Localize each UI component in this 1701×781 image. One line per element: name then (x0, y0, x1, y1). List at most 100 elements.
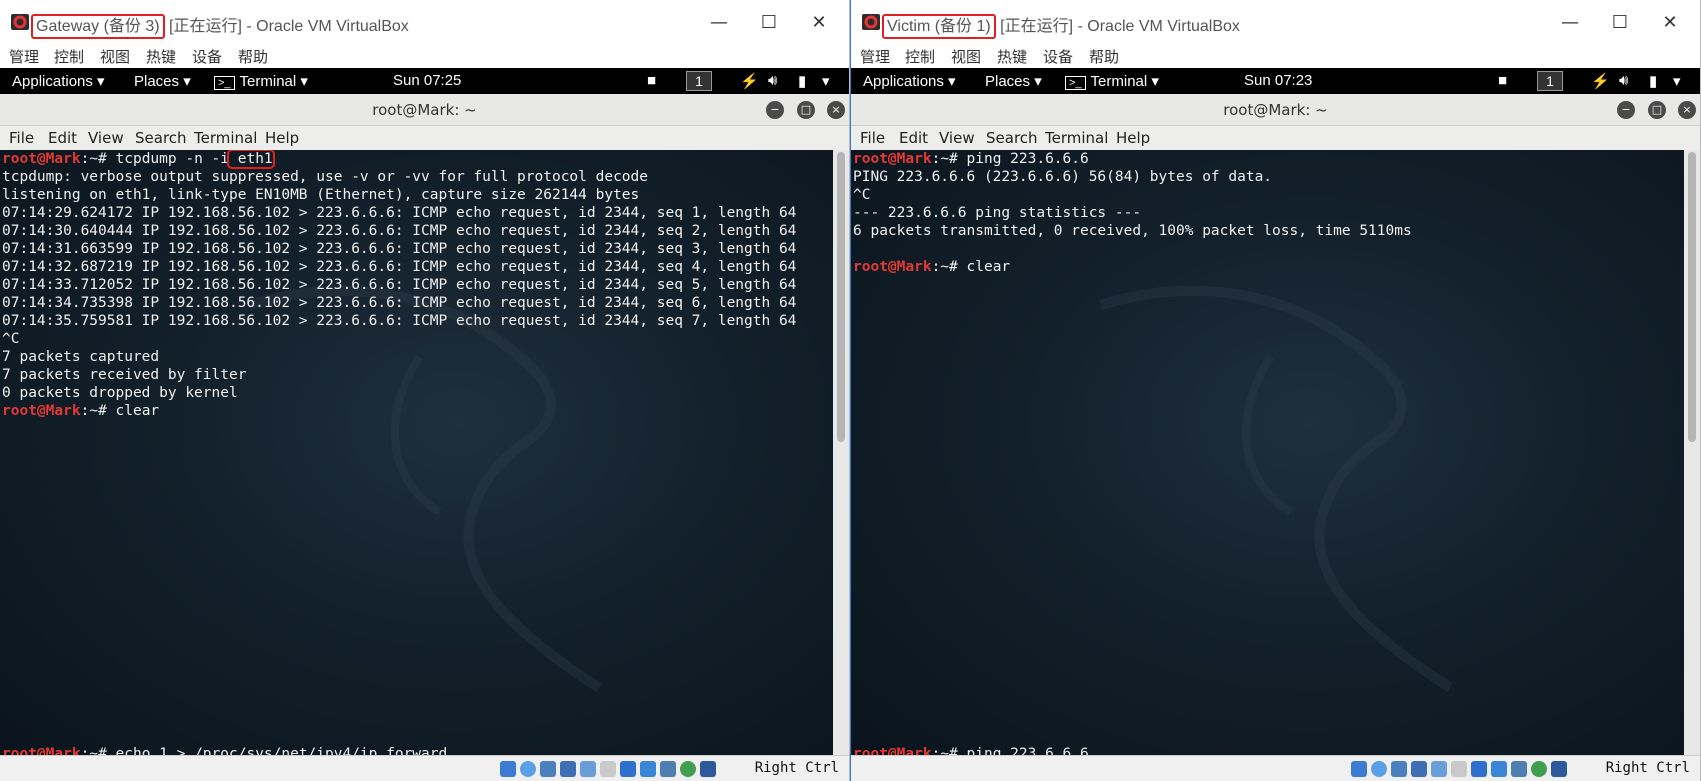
scrollbar-thumb[interactable] (1688, 152, 1696, 442)
system-menu-chevron-icon[interactable]: ▾ (1673, 72, 1681, 90)
terminal-menu-edit[interactable]: Edit (48, 129, 77, 147)
network-adapter-icon[interactable] (560, 761, 576, 777)
minimize-button[interactable]: — (1550, 8, 1590, 36)
applications-menu[interactable]: Applications ▾ (12, 72, 105, 90)
prompt-suffix: :~# (931, 151, 967, 167)
vm-titlebar[interactable]: Gateway (备份 3) [正在运行] - Oracle VM Virtua… (0, 0, 849, 46)
terminal-close-button[interactable]: × (827, 101, 845, 119)
terminal-scrollbar[interactable] (833, 150, 849, 755)
terminal-screen[interactable]: root@Mark:~# ping 223.6.6.6 PING 223.6.6.… (851, 150, 1684, 755)
output-line: listening on eth1, link-type EN10MB (Eth… (2, 187, 640, 203)
output-line: --- 223.6.6.6 ping statistics --- (853, 205, 1142, 221)
optical-drive-icon[interactable] (1371, 761, 1387, 777)
menu-help[interactable]: 帮助 (1089, 46, 1119, 67)
places-menu[interactable]: Places ▾ (134, 72, 191, 90)
cpu-icon[interactable] (660, 761, 676, 777)
shared-folder-icon[interactable] (1451, 761, 1467, 777)
vm-name-highlight: Gateway (备份 3) (31, 14, 165, 39)
terminal-menu-help[interactable]: Help (1116, 129, 1150, 147)
terminal-scrollbar[interactable] (1684, 150, 1700, 755)
applications-menu[interactable]: Applications ▾ (863, 72, 956, 90)
menu-control[interactable]: 控制 (905, 46, 935, 67)
recording-icon[interactable] (640, 761, 656, 777)
mouse-integration-icon[interactable] (1531, 761, 1547, 777)
cpu-icon[interactable] (1511, 761, 1527, 777)
terminal-menu-file[interactable]: File (9, 129, 34, 147)
terminal-menu-view[interactable]: View (939, 129, 975, 147)
minimize-button[interactable]: — (699, 8, 739, 36)
terminal-menu-search[interactable]: Search (986, 129, 1038, 147)
terminal-menu-file[interactable]: File (860, 129, 885, 147)
output-line: 07:14:32.687219 IP 192.168.56.102 > 223.… (2, 259, 797, 275)
keyboard-icon[interactable] (1551, 761, 1567, 777)
usb-icon[interactable] (580, 761, 596, 777)
maximize-button[interactable]: ☐ (749, 8, 789, 36)
network-icon[interactable]: ⚡ (1591, 72, 1610, 90)
usb-icon[interactable] (1431, 761, 1447, 777)
system-menu-chevron-icon[interactable]: ▾ (822, 72, 830, 90)
audio-icon[interactable] (1391, 761, 1407, 777)
battery-icon[interactable]: ▮ (1649, 72, 1657, 90)
terminal-maximize-button[interactable]: □ (797, 101, 815, 119)
terminal-menu-terminal[interactable]: Terminal (1045, 129, 1108, 147)
terminal-app-menu[interactable]: >_ Terminal ▾ (1065, 72, 1159, 90)
window-title-rest: [正在运行] - Oracle VM VirtualBox (169, 18, 409, 35)
menu-manage[interactable]: 管理 (860, 46, 890, 67)
menu-view[interactable]: 视图 (100, 46, 130, 67)
display-icon[interactable] (1471, 761, 1487, 777)
menu-devices[interactable]: 设备 (192, 46, 222, 67)
terminal-menu-view[interactable]: View (88, 129, 124, 147)
network-icon[interactable]: ⚡ (740, 72, 759, 90)
close-button[interactable]: ✕ (1650, 8, 1690, 36)
terminal-minimize-button[interactable]: − (1617, 101, 1635, 119)
terminal-screen[interactable]: root@Mark:~# tcpdump -n -i eth1 tcpdump: … (0, 150, 833, 755)
clock[interactable]: Sun 07:23 (1244, 72, 1312, 89)
prompt-user: root@Mark (853, 151, 932, 167)
hdd-icon[interactable] (500, 761, 516, 777)
host-key-label: Right Ctrl (1605, 760, 1690, 776)
menu-help[interactable]: 帮助 (238, 46, 268, 67)
recording-icon[interactable] (1491, 761, 1507, 777)
network-adapter-icon[interactable] (1411, 761, 1427, 777)
close-button[interactable]: ✕ (799, 8, 839, 36)
clock[interactable]: Sun 07:25 (393, 72, 461, 89)
terminal-menu-search[interactable]: Search (135, 129, 187, 147)
shared-folder-icon[interactable] (600, 761, 616, 777)
workspace-indicator[interactable]: 1 (686, 71, 712, 91)
menu-hotkey[interactable]: 热键 (997, 46, 1027, 67)
keyboard-icon[interactable] (700, 761, 716, 777)
menu-control[interactable]: 控制 (54, 46, 84, 67)
terminal-close-button[interactable]: × (1678, 101, 1696, 119)
maximize-button[interactable]: ☐ (1600, 8, 1640, 36)
video-icon[interactable]: ■ (647, 72, 656, 89)
prompt-line: root@Mark:~# ping 223.6.6.6 (853, 150, 1412, 168)
menu-manage[interactable]: 管理 (9, 46, 39, 67)
volume-icon[interactable]: 🔊︎ (1619, 72, 1628, 89)
menu-view[interactable]: 视图 (951, 46, 981, 67)
video-icon[interactable]: ■ (1498, 72, 1507, 89)
terminal-app-menu[interactable]: >_ Terminal ▾ (214, 72, 308, 90)
output-line: 07:14:34.735398 IP 192.168.56.102 > 223.… (2, 295, 797, 311)
terminal-maximize-button[interactable]: □ (1648, 101, 1666, 119)
battery-icon[interactable]: ▮ (798, 72, 806, 90)
terminal-menu-terminal[interactable]: Terminal (194, 129, 257, 147)
display-icon[interactable] (620, 761, 636, 777)
menu-devices[interactable]: 设备 (1043, 46, 1073, 67)
hdd-icon[interactable] (1351, 761, 1367, 777)
volume-icon[interactable]: 🔊︎ (768, 72, 777, 89)
scrollbar-thumb[interactable] (837, 152, 845, 442)
workspace-indicator[interactable]: 1 (1537, 71, 1563, 91)
output-line: 7 packets captured (2, 349, 160, 365)
optical-drive-icon[interactable] (520, 761, 536, 777)
terminal-titlebar[interactable]: root@Mark: ~ − □ × (851, 94, 1700, 126)
mouse-integration-icon[interactable] (680, 761, 696, 777)
terminal-titlebar[interactable]: root@Mark: ~ − □ × (0, 94, 849, 126)
vm-titlebar[interactable]: Victim (备份 1) [正在运行] - Oracle VM Virtual… (851, 0, 1700, 46)
terminal-minimize-button[interactable]: − (766, 101, 784, 119)
terminal-menu-help[interactable]: Help (265, 129, 299, 147)
places-menu[interactable]: Places ▾ (985, 72, 1042, 90)
terminal-output: root@Mark:~# ping 223.6.6.6 PING 223.6.6.… (853, 150, 1412, 276)
audio-icon[interactable] (540, 761, 556, 777)
terminal-menu-edit[interactable]: Edit (899, 129, 928, 147)
menu-hotkey[interactable]: 热键 (146, 46, 176, 67)
